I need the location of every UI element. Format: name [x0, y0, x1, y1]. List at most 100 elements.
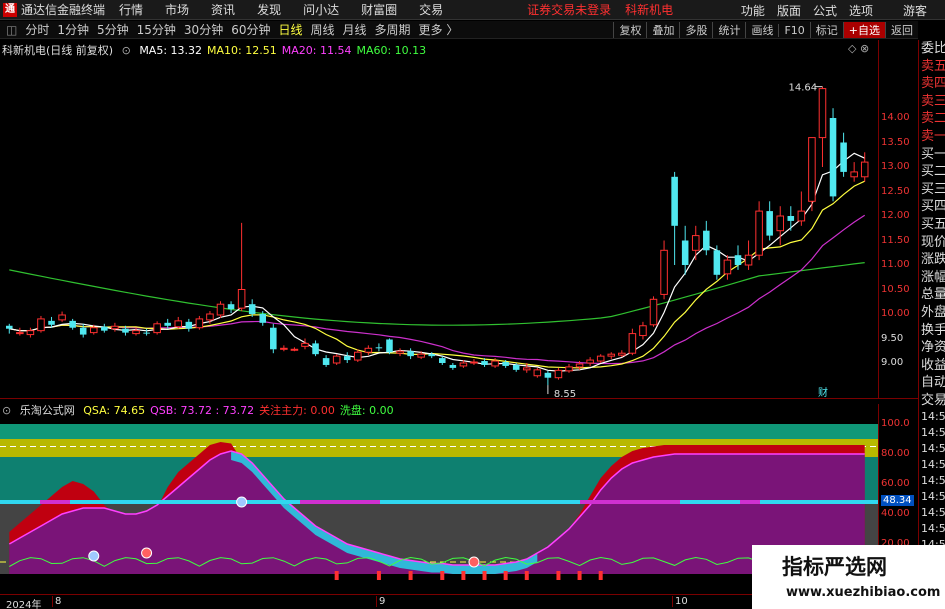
menu-layout[interactable]: 版面 [777, 2, 801, 19]
main-force-bar [376, 571, 381, 580]
candlestick-chart[interactable]: 14.64 8.55 财 [0, 40, 878, 398]
candle-body [808, 137, 816, 202]
candle-body [797, 210, 806, 222]
period-tab-15min[interactable]: 15分钟 [137, 21, 176, 38]
tool-f10[interactable]: F10 [778, 23, 809, 37]
indicator-chart[interactable] [0, 404, 878, 594]
period-tab-daily[interactable]: 日线 [278, 21, 302, 38]
price-tick: 9.00 [881, 357, 904, 368]
watermark-url: www.xuezhibiao.com [786, 585, 941, 600]
candle-body [280, 347, 288, 350]
date-label-year: 2024年 [6, 600, 42, 609]
candle-body [481, 361, 488, 365]
candle-body [237, 289, 246, 309]
auto-trade-label[interactable]: 交易 [919, 392, 945, 410]
ma60-line [9, 262, 865, 326]
candle-body [290, 348, 299, 351]
menu-item-market[interactable]: 市场 [165, 1, 189, 18]
menu-item-quotes[interactable]: 行情 [119, 1, 143, 18]
tool-statistics[interactable]: 统计 [712, 22, 745, 38]
menu-item-discover[interactable]: 发现 [257, 1, 281, 18]
quote-label: 买一 [921, 146, 945, 162]
candle-body [185, 321, 193, 329]
period-bar: ◫ 分时 1分钟 5分钟 15分钟 30分钟 60分钟 日线 周线 月线 多周期… [0, 21, 918, 39]
login-warning[interactable]: 证券交易未登录 [527, 1, 611, 18]
candle-body [270, 327, 277, 350]
period-tab-60min[interactable]: 60分钟 [231, 21, 270, 38]
candle-body [248, 304, 256, 314]
collapse-icon[interactable]: ◫ [6, 23, 17, 37]
tool-draw[interactable]: 画线 [745, 22, 778, 38]
app-title: 通达信金融终端 [21, 3, 106, 17]
main-force-bar [577, 571, 582, 580]
menu-item-trade[interactable]: 交易 [419, 1, 443, 18]
candle-body [860, 161, 869, 178]
candle-body [396, 350, 404, 354]
candle-body [364, 347, 373, 353]
high-price-label: 14.64 [788, 83, 817, 94]
menu-item-wealth[interactable]: 财富圈 [361, 1, 397, 18]
menu-options[interactable]: 选项 [849, 2, 873, 19]
quote-label: 净资 [921, 340, 945, 356]
period-tab-more[interactable]: 更多 〉 [419, 21, 459, 38]
tick-time: 14:56 [921, 458, 945, 472]
menu-item-news[interactable]: 资讯 [211, 1, 235, 18]
candle-body [174, 320, 183, 328]
tool-overlay[interactable]: 叠加 [646, 22, 679, 38]
candle-body [512, 364, 520, 370]
candle-body [407, 351, 414, 357]
candle-body [840, 142, 847, 172]
period-tab-weekly[interactable]: 周线 [311, 21, 335, 38]
level-48-segment [300, 500, 380, 504]
indicator-tick: 40.00 [881, 508, 910, 519]
tick-time: 14:56 [921, 442, 945, 456]
band-top [0, 424, 878, 439]
price-tick: 12.50 [881, 185, 910, 197]
tool-mark[interactable]: 标记 [809, 22, 843, 38]
user-guest[interactable]: 游客 [903, 2, 927, 19]
quote-label: 外盘 [921, 304, 945, 320]
candle-body [565, 366, 573, 372]
period-tab-5min[interactable]: 5分钟 [97, 21, 129, 38]
quote-label: 卖三 [921, 93, 945, 109]
main-force-bar [524, 571, 529, 580]
candle-body [48, 320, 55, 325]
quote-label: 卖一 [921, 128, 945, 144]
candle-body [776, 215, 785, 232]
tool-add-favorite[interactable]: +自选 [842, 22, 885, 38]
candle-body [37, 318, 45, 332]
tool-back[interactable]: 返回 [885, 22, 918, 38]
low-price-label: 8.55 [554, 389, 576, 398]
period-tab-multi[interactable]: 多周期 [375, 21, 411, 38]
period-tab-intraday[interactable]: 分时 [25, 21, 49, 38]
candle-body [681, 240, 689, 265]
candle-body [132, 330, 140, 335]
candle-body [459, 362, 468, 367]
price-tick: 11.00 [881, 259, 910, 270]
auto-trade-label[interactable]: 自动 [919, 374, 945, 392]
menu-function[interactable]: 功能 [741, 2, 765, 19]
price-tick: 9.50 [881, 332, 904, 344]
tool-multi-stock[interactable]: 多股 [679, 22, 712, 38]
candle-body [723, 259, 732, 275]
period-tab-monthly[interactable]: 月线 [343, 21, 367, 38]
main-force-bar [334, 571, 339, 580]
menu-formula[interactable]: 公式 [813, 2, 837, 19]
quote-panel: 委比 卖五 卖四 卖三 卖二 卖一 买一 买二 买三 买四 买五 现价 涨跌 涨幅 总量 外盘 换手 净资 收益 自动… [918, 40, 945, 609]
candle-body [502, 362, 509, 366]
period-tab-30min[interactable]: 30分钟 [184, 21, 223, 38]
candle-body [332, 355, 341, 364]
main-force-bar [440, 571, 445, 580]
candle-body [101, 326, 108, 331]
period-tab-1min[interactable]: 1分钟 [57, 21, 89, 38]
indicator-tick: 80.00 [881, 448, 910, 459]
menu-item-ask[interactable]: 问小达 [303, 1, 339, 18]
candle-body [206, 313, 214, 321]
candle-body [829, 118, 837, 197]
candle-body [343, 356, 351, 361]
main-force-bar [482, 571, 487, 580]
tool-restore-rights[interactable]: 复权 [613, 22, 646, 38]
signal-dot [141, 547, 153, 559]
candle-body [713, 250, 721, 275]
candle-body [639, 325, 647, 337]
